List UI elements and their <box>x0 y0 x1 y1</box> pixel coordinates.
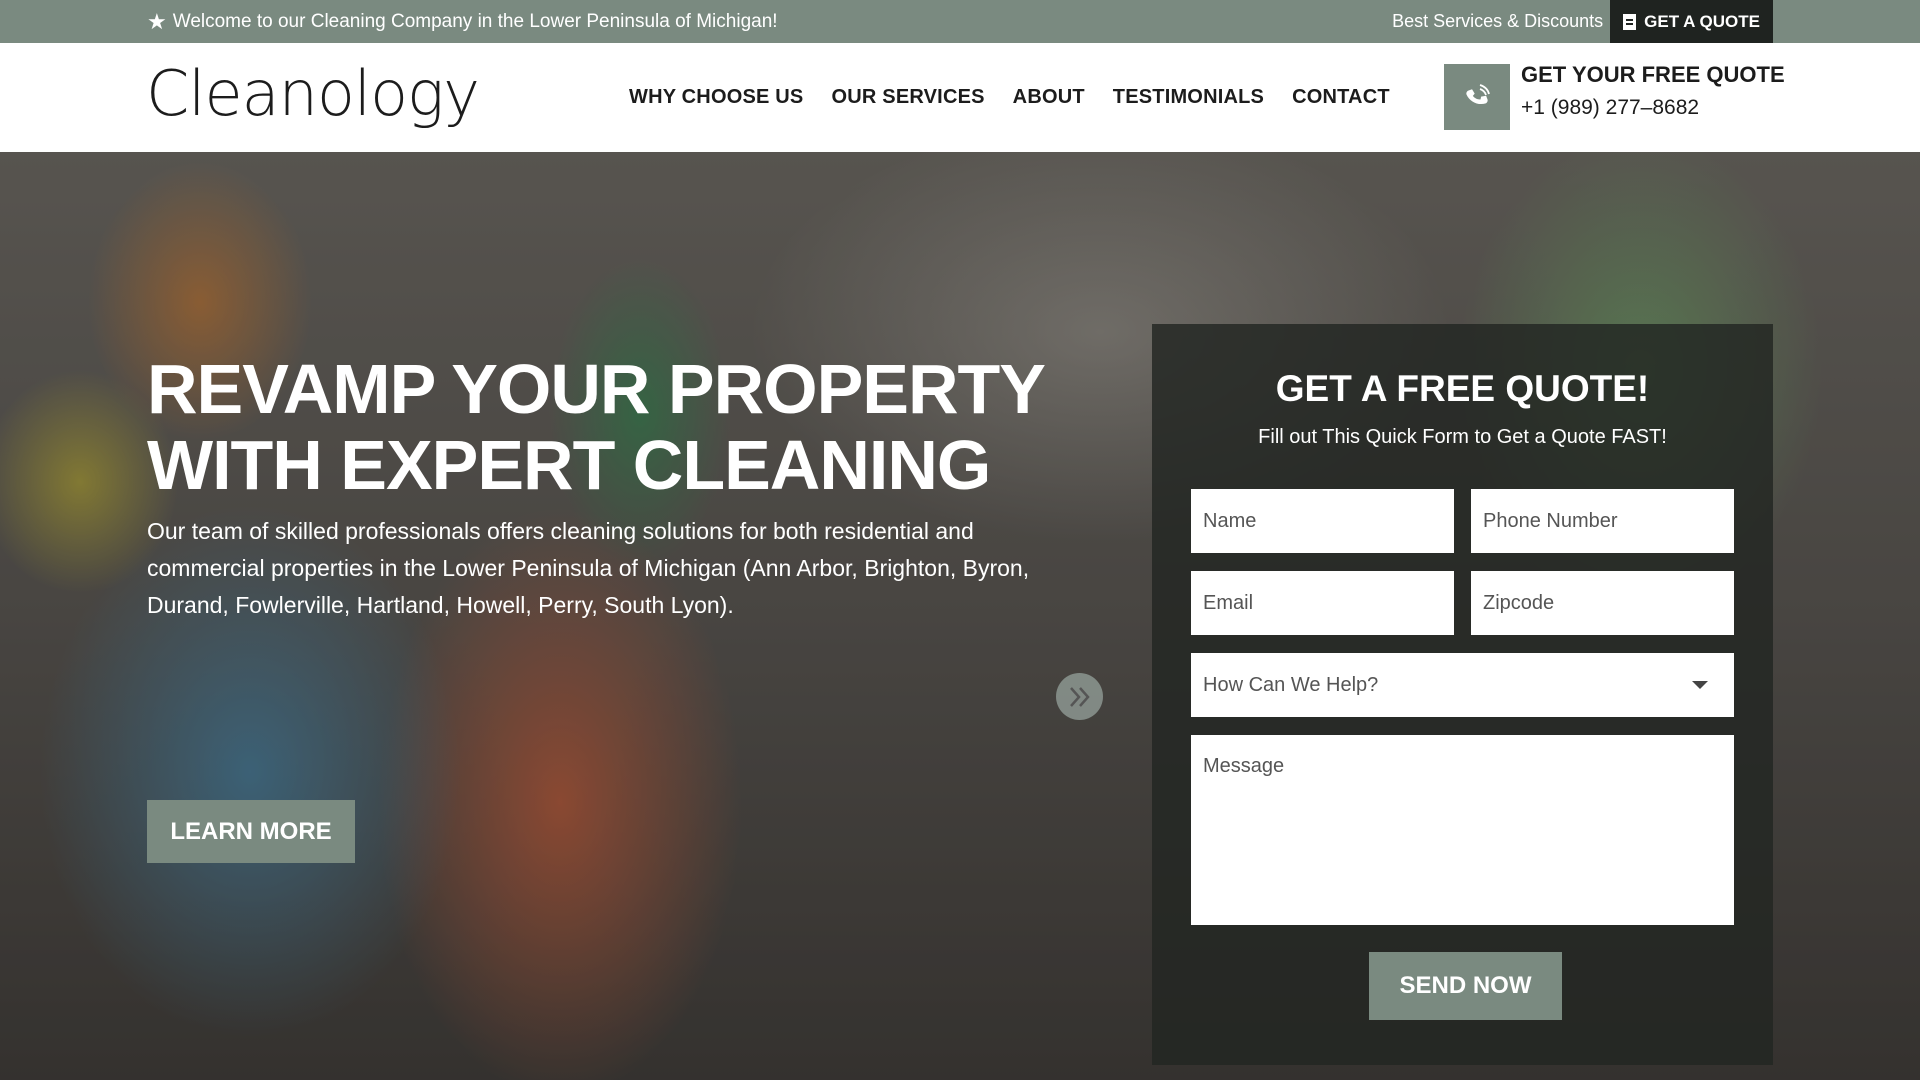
nav-our-services[interactable]: OUR SERVICES <box>831 86 984 109</box>
document-icon <box>1623 13 1637 30</box>
form-subtitle: Fill out This Quick Form to Get a Quote … <box>1258 426 1667 448</box>
help-select[interactable]: How Can We Help? <box>1191 653 1734 717</box>
nav-why-choose-us[interactable]: WHY CHOOSE US <box>629 86 803 109</box>
main-nav: WHY CHOOSE US OUR SERVICES ABOUT TESTIMO… <box>629 43 1390 152</box>
free-quote-title: GET YOUR FREE QUOTE <box>1521 62 1785 87</box>
message-field[interactable] <box>1191 735 1734 925</box>
top-bar-right: Best Services & Discounts GET A QUOTE <box>1392 0 1773 43</box>
email-field[interactable] <box>1191 571 1454 635</box>
nav-contact[interactable]: CONTACT <box>1292 86 1390 109</box>
phone-icon <box>1444 64 1510 130</box>
top-bar: ★ Welcome to our Cleaning Company in the… <box>0 0 1920 43</box>
promo-text: Best Services & Discounts <box>1392 11 1604 31</box>
hero-content: REVAMP YOUR PROPERTY WITH EXPERT CLEANIN… <box>147 351 1047 624</box>
phone-number[interactable]: +1 (989) 277–8682 <box>1521 96 1785 120</box>
quote-form-panel: GET A FREE QUOTE! Fill out This Quick Fo… <box>1152 324 1773 1065</box>
site-header: Cleanology WHY CHOOSE US OUR SERVICES AB… <box>0 43 1920 152</box>
form-title: GET A FREE QUOTE! <box>1275 368 1650 409</box>
name-field[interactable] <box>1191 489 1454 553</box>
hero-description: Our team of skilled professionals offers… <box>147 518 1030 618</box>
learn-more-button[interactable]: LEARN MORE <box>147 800 355 863</box>
phone-field[interactable] <box>1471 489 1734 553</box>
help-select-value: How Can We Help? <box>1203 673 1379 696</box>
hero-headline-line2: WITH EXPERT CLEANING <box>147 426 991 504</box>
zipcode-field[interactable] <box>1471 571 1734 635</box>
hero-headline: REVAMP YOUR PROPERTY WITH EXPERT CLEANIN… <box>147 351 1047 503</box>
hero-headline-line1: REVAMP YOUR PROPERTY <box>147 350 1046 428</box>
welcome-text: Welcome to our Cleaning Company in the L… <box>172 10 778 32</box>
header-contact[interactable]: GET YOUR FREE QUOTE +1 (989) 277–8682 <box>1444 62 1785 130</box>
get-a-quote-button[interactable]: GET A QUOTE <box>1610 0 1773 43</box>
caret-down-icon <box>1692 681 1708 689</box>
send-now-button[interactable]: SEND NOW <box>1369 952 1562 1020</box>
nav-testimonials[interactable]: TESTIMONIALS <box>1113 86 1264 109</box>
get-a-quote-label: GET A QUOTE <box>1644 11 1760 31</box>
logo[interactable]: Cleanology <box>146 57 480 130</box>
welcome-message: ★ Welcome to our Cleaning Company in the… <box>147 0 778 43</box>
nav-about[interactable]: ABOUT <box>1013 86 1085 109</box>
chevron-right-double-icon[interactable] <box>1056 673 1103 720</box>
star-icon: ★ <box>147 8 167 34</box>
